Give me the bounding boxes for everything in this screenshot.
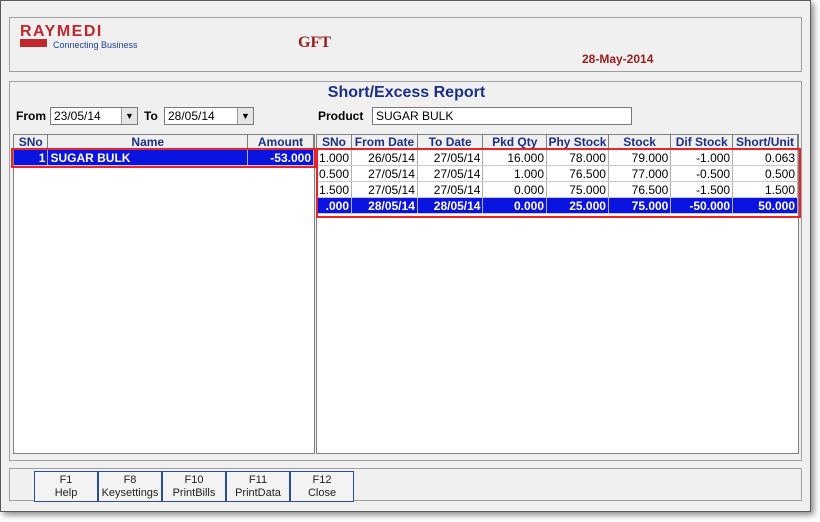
- to-date-value: 28/05/14: [168, 109, 215, 123]
- fkey-label: F12: [312, 474, 332, 486]
- fkey-caption: PrintData: [235, 487, 281, 499]
- cell-phy-stock: 75.000: [546, 181, 609, 198]
- col-header-to-date[interactable]: To Date: [417, 135, 484, 150]
- table-row[interactable]: 1.500 27/05/14 27/05/14 0.000 75.000 76.…: [317, 181, 798, 198]
- cell-short-unit: 0.500: [732, 165, 798, 182]
- from-date-value: 23/05/14: [54, 109, 101, 123]
- to-date-combo[interactable]: 28/05/14 ▼: [164, 107, 254, 125]
- keysettings-button[interactable]: F8 Keysettings: [98, 471, 162, 502]
- table-row[interactable]: .000 28/05/14 28/05/14 0.000 25.000 75.0…: [317, 197, 798, 214]
- fkey-caption: Help: [54, 487, 78, 499]
- chevron-down-icon[interactable]: ▼: [237, 108, 253, 124]
- cell-to-date: 27/05/14: [417, 149, 484, 166]
- col-header-from-date[interactable]: From Date: [351, 135, 418, 150]
- fkey-caption: Close: [307, 487, 337, 499]
- fkey-label: F10: [184, 474, 204, 486]
- table-row[interactable]: 0.500 27/05/14 27/05/14 1.000 76.500 77.…: [317, 165, 798, 182]
- chevron-down-icon[interactable]: ▼: [121, 108, 137, 124]
- print-bills-button[interactable]: F10 PrintBills: [162, 471, 226, 502]
- cell-phy-stock: 76.500: [546, 165, 609, 182]
- col-header-amount[interactable]: Amount: [247, 135, 314, 150]
- cell-amount: -53.000: [247, 149, 314, 166]
- cell-to-date: 28/05/14: [417, 197, 484, 214]
- logo-bar: [20, 39, 47, 47]
- cell-pkd-qty: 1.000: [482, 165, 548, 182]
- col-header-pkd-qty[interactable]: Pkd Qty: [482, 135, 548, 150]
- stock-detail-table: SNo From Date To Date Pkd Qty Phy Stock …: [317, 135, 798, 214]
- fkey-caption: Keysettings: [101, 487, 159, 499]
- to-label: To: [144, 109, 158, 123]
- fkey-label: F11: [248, 474, 268, 486]
- header-panel: RAYMEDI Connecting Business GFT 28-May-2…: [9, 17, 802, 72]
- fkey-caption: PrintBills: [172, 487, 216, 499]
- cell-phy-stock: 78.000: [546, 149, 609, 166]
- report-panel: Short/Excess Report From 23/05/14 ▼ To 2…: [9, 81, 802, 461]
- company-name: GFT: [298, 34, 331, 51]
- logo-tagline: Connecting Business: [53, 40, 138, 50]
- product-field[interactable]: SUGAR BULK: [372, 107, 632, 125]
- cell-pkd-qty: 16.000: [482, 149, 548, 166]
- cell-stock: 76.500: [608, 181, 672, 198]
- cell-from-date: 27/05/14: [351, 181, 418, 198]
- cell-from-date: 27/05/14: [351, 165, 418, 182]
- close-button[interactable]: F12 Close: [290, 471, 354, 502]
- col-header-short-unit[interactable]: Short/Unit: [732, 135, 798, 150]
- cell-name: SUGAR BULK: [47, 149, 249, 166]
- col-header-phy-stock[interactable]: Phy Stock: [546, 135, 609, 150]
- print-data-button[interactable]: F11 PrintData: [226, 471, 290, 502]
- cell-sno: .000: [317, 197, 353, 214]
- product-summary-grid[interactable]: SNo Name Amount 1 SUGAR BULK -53.000: [13, 134, 315, 454]
- cell-to-date: 27/05/14: [417, 181, 484, 198]
- cell-stock: 77.000: [608, 165, 672, 182]
- fkey-label: F1: [59, 474, 73, 486]
- cell-dif-stock: -50.000: [670, 197, 734, 214]
- col-header-dif-stock[interactable]: Dif Stock: [670, 135, 734, 150]
- col-header-sno[interactable]: SNo: [317, 135, 353, 150]
- cell-dif-stock: -1.500: [670, 181, 734, 198]
- header-date: 28-May-2014: [582, 52, 654, 66]
- cell-short-unit: 0.063: [732, 149, 798, 166]
- cell-pkd-qty: 0.000: [482, 181, 548, 198]
- product-summary-table: SNo Name Amount 1 SUGAR BULK -53.000: [14, 135, 314, 166]
- product-label: Product: [318, 109, 364, 123]
- cell-short-unit: 1.500: [732, 181, 798, 198]
- cell-short-unit: 50.000: [732, 197, 798, 214]
- help-button[interactable]: F1 Help: [34, 471, 98, 502]
- col-header-stock[interactable]: Stock: [608, 135, 672, 150]
- cell-dif-stock: -1.000: [670, 149, 734, 166]
- cell-to-date: 27/05/14: [417, 165, 484, 182]
- from-label: From: [16, 109, 46, 123]
- cell-from-date: 26/05/14: [351, 149, 418, 166]
- cell-from-date: 28/05/14: [351, 197, 418, 214]
- cell-phy-stock: 25.000: [546, 197, 609, 214]
- cell-sno: 0.500: [317, 165, 353, 182]
- function-key-bar: F1 Help F8 Keysettings F10 PrintBills F1…: [9, 468, 802, 502]
- cell-stock: 75.000: [608, 197, 672, 214]
- cell-pkd-qty: 0.000: [482, 197, 548, 214]
- stock-detail-grid[interactable]: SNo From Date To Date Pkd Qty Phy Stock …: [316, 134, 799, 454]
- table-row[interactable]: 1 SUGAR BULK -53.000: [14, 149, 314, 166]
- cell-sno: 1.000: [317, 149, 353, 166]
- app-window: RAYMEDI Connecting Business GFT 28-May-2…: [0, 0, 811, 512]
- cell-sno: 1: [14, 149, 49, 166]
- fkey-label: F8: [123, 474, 137, 486]
- col-header-name[interactable]: Name: [47, 135, 249, 150]
- cell-sno: 1.500: [317, 181, 353, 198]
- from-date-combo[interactable]: 23/05/14 ▼: [50, 107, 138, 125]
- report-title: Short/Excess Report: [327, 84, 486, 101]
- col-header-sno[interactable]: SNo: [14, 135, 49, 150]
- cell-dif-stock: -0.500: [670, 165, 734, 182]
- table-row[interactable]: 1.000 26/05/14 27/05/14 16.000 78.000 79…: [317, 149, 798, 166]
- cell-stock: 79.000: [608, 149, 672, 166]
